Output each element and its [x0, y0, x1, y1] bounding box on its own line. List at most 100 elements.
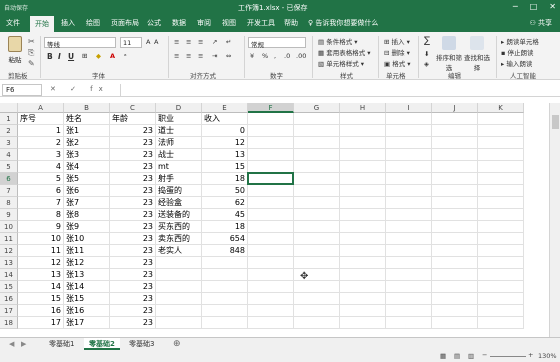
- row-header[interactable]: 4: [0, 149, 18, 161]
- cell-c12[interactable]: 23: [110, 245, 156, 257]
- sort-filter-button[interactable]: 排序和筛选: [436, 36, 462, 72]
- cell-b14[interactable]: 张13: [64, 269, 110, 281]
- cell-f7[interactable]: [248, 185, 294, 197]
- cell-g4[interactable]: [294, 149, 340, 161]
- row-header[interactable]: 12: [0, 245, 18, 257]
- cell-b17[interactable]: 张16: [64, 305, 110, 317]
- zoom-level[interactable]: 130%: [538, 352, 557, 360]
- fill-color-icon[interactable]: ◆: [96, 52, 101, 60]
- cell-g3[interactable]: [294, 137, 340, 149]
- tab-developer[interactable]: 开发工具: [247, 18, 275, 28]
- column-header-g[interactable]: G: [294, 103, 340, 113]
- cell-c7[interactable]: 23: [110, 185, 156, 197]
- cell-j12[interactable]: [432, 245, 478, 257]
- cell-b11[interactable]: 张10: [64, 233, 110, 245]
- cell-h6[interactable]: [340, 173, 386, 185]
- cell-c3[interactable]: 23: [110, 137, 156, 149]
- normal-view-icon[interactable]: ▦: [440, 352, 446, 360]
- delete-cells-button[interactable]: ⊟ 删除 ▾: [384, 47, 410, 57]
- cell-d17[interactable]: [156, 305, 202, 317]
- cell-e6[interactable]: 18: [202, 173, 248, 185]
- cell-i10[interactable]: [386, 221, 432, 233]
- cell-h17[interactable]: [340, 305, 386, 317]
- cell-a1[interactable]: 序号: [18, 113, 64, 125]
- cell-d15[interactable]: [156, 281, 202, 293]
- read-input-button[interactable]: ▸ 输入朗读: [501, 58, 532, 68]
- cell-a15[interactable]: 14: [18, 281, 64, 293]
- cell-j18[interactable]: [432, 317, 478, 329]
- cell-e3[interactable]: 12: [202, 137, 248, 149]
- cell-h11[interactable]: [340, 233, 386, 245]
- wrap-text-icon[interactable]: ↵: [226, 38, 231, 46]
- column-header-f[interactable]: F: [248, 103, 294, 113]
- cell-b18[interactable]: 张17: [64, 317, 110, 329]
- cell-h3[interactable]: [340, 137, 386, 149]
- cell-a10[interactable]: 9: [18, 221, 64, 233]
- row-header[interactable]: 3: [0, 137, 18, 149]
- cell-b6[interactable]: 张5: [64, 173, 110, 185]
- cell-k2[interactable]: [478, 125, 524, 137]
- cell-d18[interactable]: [156, 317, 202, 329]
- column-header-k[interactable]: K: [478, 103, 524, 113]
- row-header[interactable]: 1: [0, 113, 18, 125]
- cell-k10[interactable]: [478, 221, 524, 233]
- scroll-thumb[interactable]: [552, 115, 559, 129]
- cell-i8[interactable]: [386, 197, 432, 209]
- zoom-out-icon[interactable]: −: [482, 351, 487, 359]
- tab-draw[interactable]: 绘图: [86, 18, 100, 28]
- cell-i15[interactable]: [386, 281, 432, 293]
- cell-f2[interactable]: [248, 125, 294, 137]
- cell-e8[interactable]: 62: [202, 197, 248, 209]
- cell-a3[interactable]: 2: [18, 137, 64, 149]
- cell-c6[interactable]: 23: [110, 173, 156, 185]
- share-button[interactable]: ⚇ 共享: [529, 18, 552, 28]
- cell-f15[interactable]: [248, 281, 294, 293]
- cell-c4[interactable]: 23: [110, 149, 156, 161]
- row-header[interactable]: 10: [0, 221, 18, 233]
- cell-c15[interactable]: 23: [110, 281, 156, 293]
- cell-a11[interactable]: 10: [18, 233, 64, 245]
- cell-d13[interactable]: [156, 257, 202, 269]
- cell-b12[interactable]: 张11: [64, 245, 110, 257]
- number-format-select[interactable]: 常规: [248, 37, 306, 49]
- cell-i5[interactable]: [386, 161, 432, 173]
- cell-i9[interactable]: [386, 209, 432, 221]
- cell-c9[interactable]: 23: [110, 209, 156, 221]
- cell-k4[interactable]: [478, 149, 524, 161]
- cell-h5[interactable]: [340, 161, 386, 173]
- italic-button[interactable]: I: [58, 52, 61, 61]
- cell-j9[interactable]: [432, 209, 478, 221]
- cell-a16[interactable]: 15: [18, 293, 64, 305]
- cell-k13[interactable]: [478, 257, 524, 269]
- cell-k3[interactable]: [478, 137, 524, 149]
- name-box[interactable]: F6: [2, 84, 42, 96]
- cell-b4[interactable]: 张3: [64, 149, 110, 161]
- cell-d1[interactable]: 职业: [156, 113, 202, 125]
- cell-j5[interactable]: [432, 161, 478, 173]
- cell-f10[interactable]: [248, 221, 294, 233]
- cell-k15[interactable]: [478, 281, 524, 293]
- increase-decimal-icon[interactable]: .0: [284, 52, 290, 60]
- cell-g8[interactable]: [294, 197, 340, 209]
- formula-input[interactable]: [120, 84, 556, 96]
- cell-c18[interactable]: 23: [110, 317, 156, 329]
- cell-j16[interactable]: [432, 293, 478, 305]
- format-painter-icon[interactable]: ✎: [28, 60, 37, 68]
- cell-g1[interactable]: [294, 113, 340, 125]
- cell-c8[interactable]: 23: [110, 197, 156, 209]
- tab-view[interactable]: 视图: [222, 18, 236, 28]
- cell-c13[interactable]: 23: [110, 257, 156, 269]
- cell-k18[interactable]: [478, 317, 524, 329]
- cell-k9[interactable]: [478, 209, 524, 221]
- cell-k12[interactable]: [478, 245, 524, 257]
- cell-f9[interactable]: [248, 209, 294, 221]
- cell-d7[interactable]: 捣蛋的: [156, 185, 202, 197]
- cell-a17[interactable]: 16: [18, 305, 64, 317]
- align-bottom-icon[interactable]: ≡: [198, 38, 203, 46]
- cell-h2[interactable]: [340, 125, 386, 137]
- align-left-icon[interactable]: ≡: [174, 52, 179, 60]
- cell-a13[interactable]: 12: [18, 257, 64, 269]
- cell-i1[interactable]: [386, 113, 432, 125]
- align-top-icon[interactable]: ≡: [174, 38, 179, 46]
- paste-button[interactable]: 粘贴: [4, 36, 26, 66]
